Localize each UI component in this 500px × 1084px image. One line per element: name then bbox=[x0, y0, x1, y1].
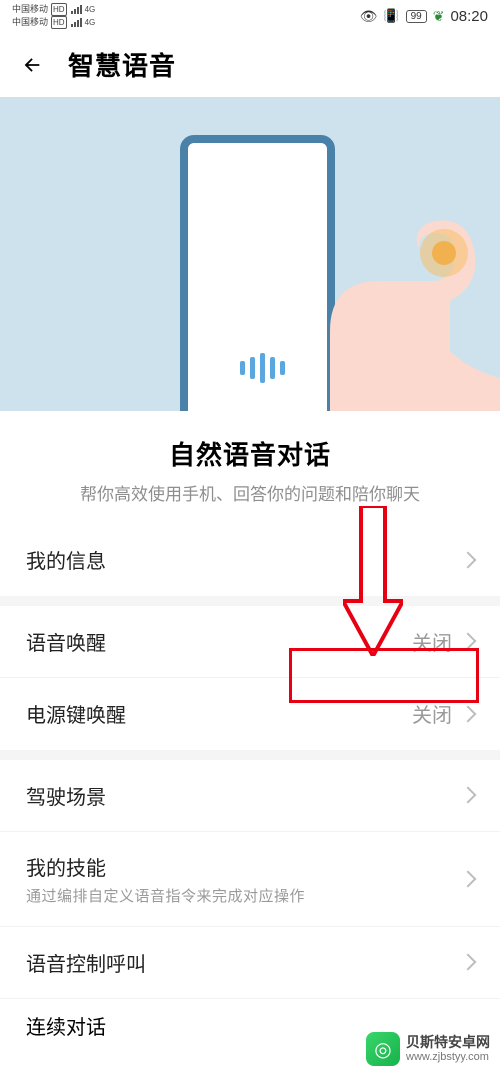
chevron-right-icon bbox=[460, 705, 477, 722]
row-label: 驾驶场景 bbox=[26, 781, 106, 810]
android-icon: ◎ bbox=[366, 1032, 400, 1066]
eye-icon: 👁 bbox=[360, 8, 378, 25]
watermark: ◎ 贝斯特安卓网 www.zjbstyy.com bbox=[366, 1032, 490, 1066]
row-voice-wake[interactable]: 语音唤醒 关闭 bbox=[0, 606, 500, 678]
chevron-right-icon bbox=[460, 633, 477, 650]
chevron-right-icon bbox=[460, 954, 477, 971]
vibrate-icon: 📳 bbox=[383, 8, 399, 24]
section-desc: 帮你高效使用手机、回答你的问题和陪你聊天 bbox=[34, 482, 466, 508]
row-value: 关闭 bbox=[412, 699, 452, 728]
page-title: 智慧语音 bbox=[68, 46, 176, 83]
carrier-1: 中国移动 bbox=[12, 4, 48, 15]
status-left: 中国移动 HD 4G 中国移动 HD 4G bbox=[12, 3, 95, 29]
arrow-left-icon bbox=[21, 54, 43, 76]
row-power-wake[interactable]: 电源键唤醒 关闭 bbox=[0, 678, 500, 750]
watermark-brand: 贝斯特安卓网 bbox=[406, 1035, 490, 1050]
section-divider bbox=[0, 750, 500, 760]
row-my-info[interactable]: 我的信息 bbox=[0, 524, 500, 596]
battery-icon: 99 bbox=[406, 10, 427, 23]
row-sublabel: 通过编排自定义语音指令来完成对应操作 bbox=[26, 885, 305, 906]
row-label: 语音控制呼叫 bbox=[26, 948, 146, 977]
row-label: 我的信息 bbox=[26, 545, 106, 574]
carrier-2: 中国移动 bbox=[12, 17, 48, 28]
hero-illustration bbox=[0, 97, 500, 411]
signal-bars-1 bbox=[71, 5, 82, 14]
hand-illustration bbox=[270, 171, 500, 411]
row-label: 语音唤醒 bbox=[26, 627, 106, 656]
signal-bars-2 bbox=[71, 18, 82, 27]
section-title: 自然语音对话 bbox=[34, 435, 466, 472]
net-hd-1: HD bbox=[51, 3, 67, 16]
watermark-url: www.zjbstyy.com bbox=[406, 1051, 490, 1063]
leaf-icon: ❦ bbox=[433, 8, 445, 25]
page-header: 智慧语音 bbox=[0, 30, 500, 97]
net-4g-2: 4G bbox=[85, 17, 96, 28]
row-skills[interactable]: 我的技能 通过编排自定义语音指令来完成对应操作 bbox=[0, 832, 500, 927]
row-label: 我的技能 bbox=[26, 852, 305, 881]
row-voice-call[interactable]: 语音控制呼叫 bbox=[0, 927, 500, 999]
chevron-right-icon bbox=[460, 787, 477, 804]
section-divider bbox=[0, 596, 500, 606]
chevron-right-icon bbox=[460, 870, 477, 887]
section-intro: 自然语音对话 帮你高效使用手机、回答你的问题和陪你聊天 bbox=[0, 411, 500, 524]
back-button[interactable] bbox=[18, 51, 46, 79]
row-driving[interactable]: 驾驶场景 bbox=[0, 760, 500, 832]
net-hd-2: HD bbox=[51, 16, 67, 29]
clock: 08:20 bbox=[450, 8, 488, 25]
status-right: 👁 📳 99 ❦ 08:20 bbox=[360, 8, 488, 25]
row-label: 电源键唤醒 bbox=[26, 699, 126, 728]
net-4g-1: 4G bbox=[85, 4, 96, 15]
status-bar: 中国移动 HD 4G 中国移动 HD 4G 👁 📳 99 ❦ 08:20 bbox=[0, 0, 500, 30]
row-value: 关闭 bbox=[412, 627, 452, 656]
chevron-right-icon bbox=[460, 551, 477, 568]
